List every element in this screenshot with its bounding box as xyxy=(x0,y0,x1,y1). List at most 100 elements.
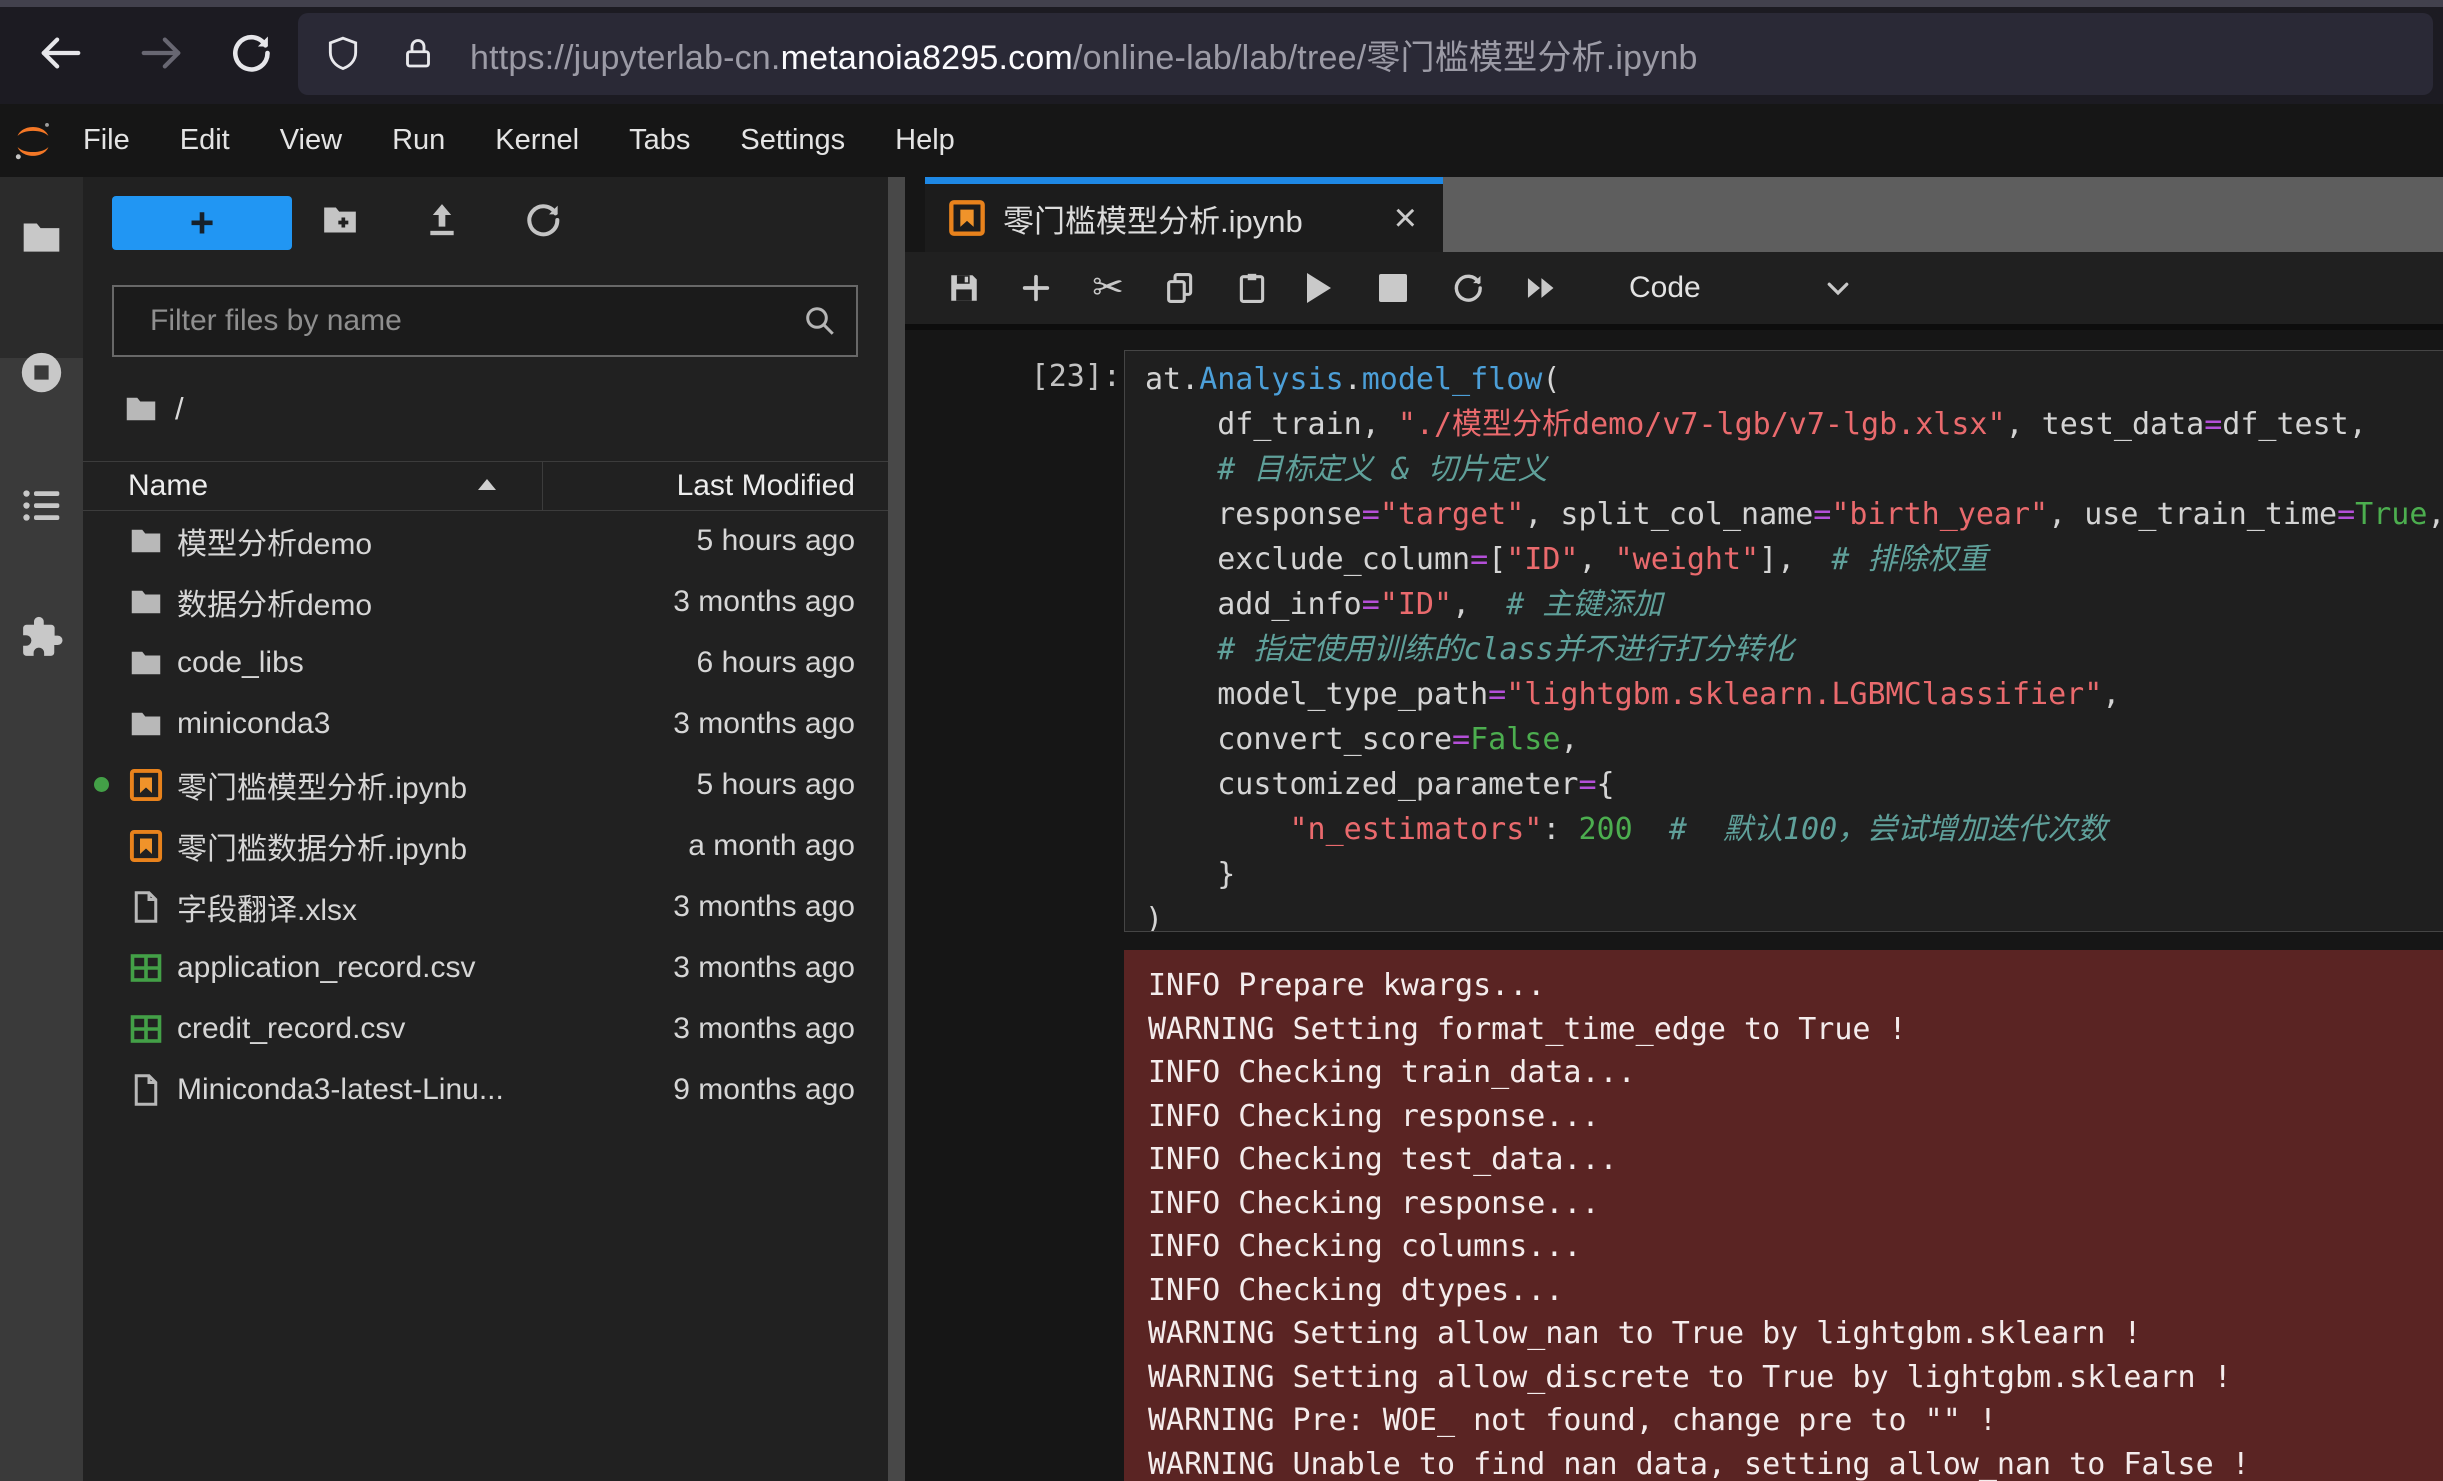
column-header-name[interactable]: Name xyxy=(128,469,208,503)
cell-output-stderr: INFO Prepare kwargs...WARNING Setting fo… xyxy=(1124,950,2443,1481)
file-list-header: Name Last Modified xyxy=(83,461,888,511)
run-icon[interactable] xyxy=(1307,273,1331,303)
file-name: miniconda3 xyxy=(177,707,330,741)
menu-settings[interactable]: Settings xyxy=(715,124,870,157)
forward-icon[interactable] xyxy=(138,30,184,76)
menu-tabs[interactable]: Tabs xyxy=(604,124,715,157)
table-row[interactable]: credit_record.csv 3 months ago xyxy=(83,998,888,1059)
file-name: 字段翻译.xlsx xyxy=(177,885,357,929)
running-kernels-icon[interactable] xyxy=(19,350,64,395)
menu-view[interactable]: View xyxy=(255,124,367,157)
address-bar[interactable]: https://jupyterlab-cn.metanoia8295.com/o… xyxy=(298,13,2433,95)
csv-icon xyxy=(128,950,164,986)
breadcrumb[interactable]: / xyxy=(123,389,184,429)
file-name: 数据分析demo xyxy=(177,580,372,624)
table-row[interactable]: 数据分析demo 3 months ago xyxy=(83,571,888,632)
menu-help[interactable]: Help xyxy=(870,124,980,157)
table-of-contents-icon[interactable] xyxy=(19,483,64,528)
filter-files-box xyxy=(112,285,858,357)
paste-icon[interactable] xyxy=(1235,271,1269,305)
window-top-edge xyxy=(0,0,2443,7)
breadcrumb-root: / xyxy=(175,391,184,427)
tab-notebook[interactable]: 零门槛模型分析.ipynb × xyxy=(925,177,1443,252)
table-row[interactable]: application_record.csv 3 months ago xyxy=(83,937,888,998)
upload-icon[interactable] xyxy=(422,200,462,240)
file-name: Miniconda3-latest-Linu... xyxy=(177,1073,504,1107)
menu-run[interactable]: Run xyxy=(367,124,470,157)
table-row[interactable]: 模型分析demo 5 hours ago xyxy=(83,510,888,571)
panel-splitter[interactable] xyxy=(888,177,905,1481)
copy-icon[interactable] xyxy=(1163,271,1197,305)
notebook-icon xyxy=(128,828,164,864)
search-icon xyxy=(802,303,838,339)
menu-kernel[interactable]: Kernel xyxy=(470,124,604,157)
file-icon xyxy=(128,889,164,925)
browser-toolbar: https://jupyterlab-cn.metanoia8295.com/o… xyxy=(0,0,2443,104)
file-name: credit_record.csv xyxy=(177,1012,405,1046)
stop-icon[interactable] xyxy=(1379,274,1407,302)
file-modified: 6 hours ago xyxy=(697,646,855,680)
jupyterlab-menubar: File Edit View Run Kernel Tabs Settings … xyxy=(0,104,2443,178)
lock-icon[interactable] xyxy=(400,35,436,73)
file-name: code_libs xyxy=(177,646,304,680)
restart-run-all-icon[interactable] xyxy=(1523,271,1557,305)
code-editor[interactable]: at.Analysis.model_flow( df_train, "./模型分… xyxy=(1145,357,2443,932)
tab-bar-empty-area xyxy=(1443,177,2443,252)
menu-file[interactable]: File xyxy=(58,124,155,157)
menu-edit[interactable]: Edit xyxy=(155,124,255,157)
file-modified: 3 months ago xyxy=(673,1012,855,1046)
file-icon xyxy=(128,1072,164,1108)
file-modified: 3 months ago xyxy=(673,585,855,619)
url-prefix: https://jupyterlab-cn. xyxy=(470,39,781,77)
table-row[interactable]: miniconda3 3 months ago xyxy=(83,693,888,754)
notebook-scroll-area[interactable]: [23]: at.Analysis.model_flow( df_train, … xyxy=(905,336,2443,1481)
folder-icon xyxy=(128,584,164,620)
url-domain: metanoia8295.com xyxy=(781,39,1073,77)
refresh-icon[interactable] xyxy=(523,200,563,240)
cut-icon[interactable]: ✂ xyxy=(1091,271,1125,305)
sort-ascending-icon xyxy=(478,479,496,490)
file-name: 零门槛模型分析.ipynb xyxy=(177,763,467,807)
shield-icon[interactable] xyxy=(324,35,362,73)
url-text[interactable]: https://jupyterlab-cn.metanoia8295.com/o… xyxy=(470,30,1698,79)
new-folder-icon[interactable] xyxy=(320,200,360,240)
cell-type-select[interactable]: Code xyxy=(1629,271,1701,305)
file-modified: 5 hours ago xyxy=(697,524,855,558)
folder-icon xyxy=(123,391,159,427)
folder-icon xyxy=(128,645,164,681)
notebook-icon xyxy=(128,767,164,803)
extensions-icon[interactable] xyxy=(19,615,64,660)
file-name: 模型分析demo xyxy=(177,519,372,563)
file-modified: 5 hours ago xyxy=(697,768,855,802)
tab-title: 零门槛模型分析.ipynb xyxy=(1003,196,1303,241)
reload-icon[interactable] xyxy=(228,30,274,76)
folder-icon xyxy=(128,523,164,559)
notebook-icon xyxy=(947,196,987,240)
plus-icon: + xyxy=(190,202,215,244)
csv-icon xyxy=(128,1011,164,1047)
file-modified: a month ago xyxy=(688,829,855,863)
url-path: /online-lab/lab/tree/零门槛模型分析.ipynb xyxy=(1073,39,1698,77)
output-log: INFO Prepare kwargs...WARNING Setting fo… xyxy=(1148,964,2443,1481)
table-row[interactable]: 零门槛数据分析.ipynb a month ago xyxy=(83,815,888,876)
new-launcher-button[interactable]: + xyxy=(112,196,292,250)
back-icon[interactable] xyxy=(38,30,84,76)
code-cell[interactable]: at.Analysis.model_flow( df_train, "./模型分… xyxy=(1124,350,2443,932)
table-row[interactable]: 字段翻译.xlsx 3 months ago xyxy=(83,876,888,937)
close-icon[interactable]: × xyxy=(1394,198,1417,238)
filter-files-input[interactable] xyxy=(148,303,802,339)
file-modified: 3 months ago xyxy=(673,951,855,985)
table-row[interactable]: code_libs 6 hours ago xyxy=(83,632,888,693)
active-tab-highlight xyxy=(0,177,83,358)
sidebar-activity-bar xyxy=(0,177,83,1481)
table-row[interactable]: Miniconda3-latest-Linu... 9 months ago xyxy=(83,1059,888,1120)
notebook-panel: 零门槛模型分析.ipynb × ✂ xyxy=(905,177,2443,1481)
add-cell-icon[interactable] xyxy=(1019,271,1053,305)
table-row[interactable]: 零门槛模型分析.ipynb 5 hours ago xyxy=(83,754,888,815)
column-header-modified[interactable]: Last Modified xyxy=(677,469,855,503)
file-name: application_record.csv xyxy=(177,951,476,985)
chevron-down-icon[interactable] xyxy=(1823,273,1853,303)
save-icon[interactable] xyxy=(947,271,981,305)
restart-kernel-icon[interactable] xyxy=(1451,271,1485,305)
file-browser-icon[interactable] xyxy=(19,215,64,260)
